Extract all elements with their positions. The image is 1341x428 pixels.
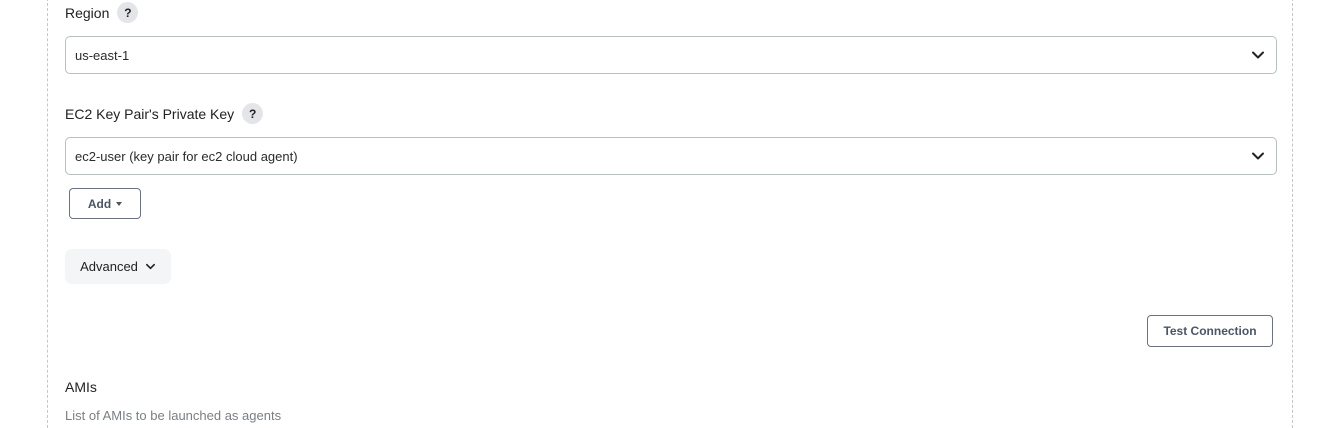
region-select[interactable]: us-east-1 (65, 36, 1277, 74)
advanced-label: Advanced (80, 259, 138, 274)
key-pair-label: EC2 Key Pair's Private Key (65, 105, 235, 122)
region-label-row: Region ? (65, 2, 139, 23)
key-pair-select-value: ec2-user (key pair for ec2 cloud agent) (75, 148, 298, 164)
test-connection-button[interactable]: Test Connection (1147, 315, 1273, 347)
chevron-down-icon (1252, 51, 1264, 59)
region-select-value: us-east-1 (75, 47, 130, 63)
amis-description: List of AMIs to be launched as agents (65, 408, 282, 423)
amis-heading: AMIs (65, 379, 97, 395)
region-label: Region (65, 4, 110, 21)
region-help-icon[interactable]: ? (117, 2, 139, 23)
key-pair-select[interactable]: ec2-user (key pair for ec2 cloud agent) (65, 137, 1277, 175)
key-pair-help-icon[interactable]: ? (242, 103, 264, 124)
advanced-toggle-button[interactable]: Advanced (65, 249, 171, 284)
add-credentials-button[interactable]: Add (69, 188, 141, 219)
chevron-down-icon (1252, 152, 1264, 160)
add-button-label: Add (87, 196, 112, 211)
chevron-down-icon (145, 263, 155, 270)
caret-down-icon (116, 201, 123, 206)
key-pair-label-row: EC2 Key Pair's Private Key ? (65, 103, 264, 124)
test-connection-label: Test Connection (1163, 324, 1257, 338)
